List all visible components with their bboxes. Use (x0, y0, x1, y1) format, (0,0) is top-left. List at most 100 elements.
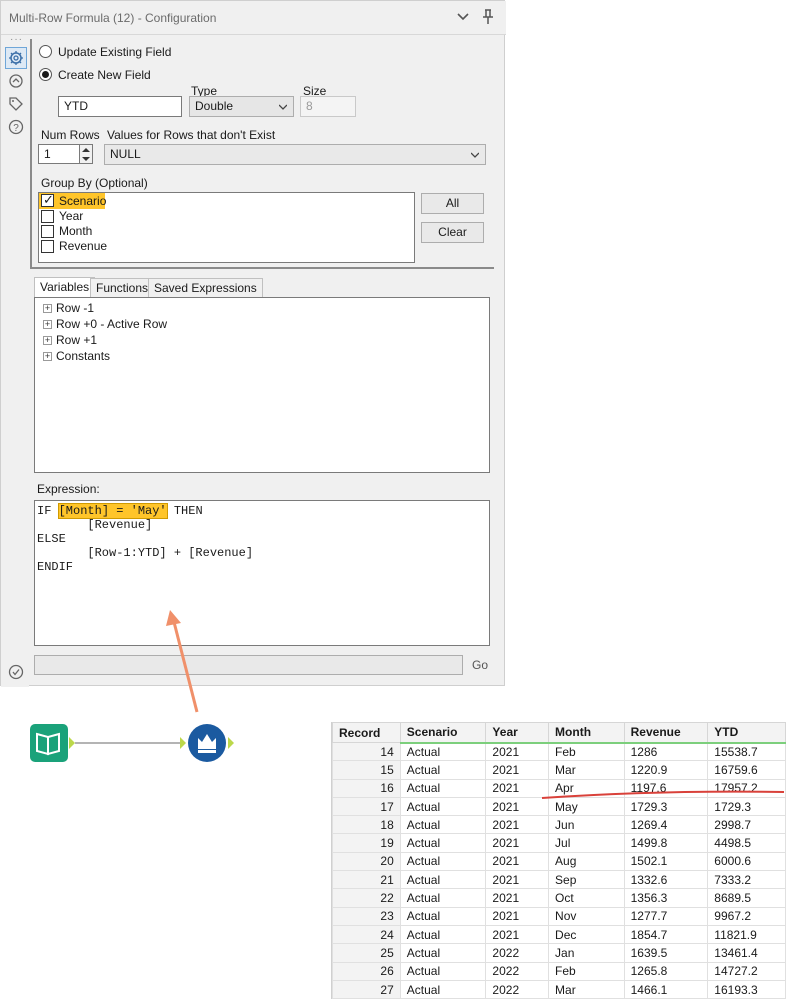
table-cell[interactable]: 1356.3 (623, 888, 709, 908)
table-cell[interactable]: 1639.5 (623, 943, 709, 963)
table-cell[interactable]: 2021 (485, 760, 550, 780)
input-tool-icon[interactable] (30, 724, 68, 762)
tree-item-constants[interactable]: + Constants (43, 349, 110, 363)
group-by-checkbox-month[interactable] (41, 225, 54, 238)
record-cell[interactable]: 20 (332, 851, 401, 872)
table-cell[interactable]: 16193.3 (707, 979, 786, 999)
column-header[interactable]: YTD (707, 722, 786, 744)
expression-editor[interactable]: IF [Month] = 'May' THEN [Revenue] ELSE [… (34, 500, 490, 646)
record-cell[interactable]: 26 (332, 961, 401, 981)
table-cell[interactable]: 9967.2 (707, 906, 786, 926)
table-cell[interactable]: 2022 (485, 979, 550, 999)
go-button[interactable]: Go (472, 658, 488, 672)
table-cell[interactable]: 1332.6 (623, 870, 709, 890)
table-row[interactable]: 20 Actual 2021 Aug 1502.1 6000.6 (332, 851, 786, 872)
expand-icon[interactable]: + (43, 352, 52, 361)
table-cell[interactable]: Actual (399, 851, 487, 872)
table-cell[interactable]: 2998.7 (707, 815, 786, 835)
expand-icon[interactable]: + (43, 320, 52, 329)
table-cell[interactable]: Actual (399, 796, 487, 817)
table-cell[interactable]: 1854.7 (623, 924, 709, 945)
tab-functions[interactable]: Functions (90, 278, 155, 298)
table-cell[interactable]: Jun (548, 815, 625, 835)
table-cell[interactable]: Actual (399, 815, 487, 835)
table-cell[interactable]: 1729.3 (623, 796, 709, 817)
connection-icon[interactable] (8, 73, 24, 89)
table-cell[interactable]: Nov (548, 906, 625, 926)
table-cell[interactable]: Actual (399, 906, 487, 926)
help-icon[interactable]: ? (8, 119, 24, 135)
table-cell[interactable]: 2021 (485, 741, 550, 762)
tab-saved-expressions[interactable]: Saved Expressions (148, 278, 263, 298)
record-cell[interactable]: 16 (332, 778, 401, 798)
table-cell[interactable]: Actual (399, 961, 487, 981)
table-row[interactable]: 17 Actual 2021 May 1729.3 1729.3 (332, 796, 786, 817)
table-cell[interactable]: 1265.8 (623, 961, 709, 981)
multi-row-formula-tool-icon[interactable] (188, 724, 226, 762)
record-cell[interactable]: 14 (332, 741, 401, 762)
table-cell[interactable]: 2021 (485, 888, 550, 908)
table-cell[interactable]: 8689.5 (707, 888, 786, 908)
table-cell[interactable]: 13461.4 (707, 943, 786, 963)
column-header[interactable]: Record (332, 722, 401, 743)
table-cell[interactable]: 1466.1 (623, 979, 709, 999)
table-cell[interactable]: Mar (548, 979, 625, 999)
table-cell[interactable]: 2021 (485, 870, 550, 890)
update-existing-radio[interactable] (39, 45, 52, 58)
record-cell[interactable]: 19 (332, 833, 401, 853)
group-by-checkbox-year[interactable] (41, 210, 54, 223)
table-cell[interactable]: 16759.6 (707, 760, 786, 780)
record-cell[interactable]: 15 (332, 760, 401, 780)
table-row[interactable]: 25 Actual 2022 Jan 1639.5 13461.4 (332, 943, 786, 963)
nonexist-select[interactable]: NULL (104, 144, 486, 165)
table-cell[interactable]: 1499.8 (623, 833, 709, 853)
group-by-checkbox-revenue[interactable] (41, 240, 54, 253)
table-cell[interactable]: 6000.6 (707, 851, 786, 872)
table-cell[interactable]: Actual (399, 833, 487, 853)
tree-item-row-minus-1[interactable]: + Row -1 (43, 301, 94, 315)
table-row[interactable]: 21 Actual 2021 Sep 1332.6 7333.2 (332, 870, 786, 890)
table-cell[interactable]: Actual (399, 870, 487, 890)
expand-icon[interactable]: + (43, 304, 52, 313)
record-cell[interactable]: 23 (332, 906, 401, 926)
tab-variables[interactable]: Variables (34, 277, 96, 298)
table-cell[interactable]: 2021 (485, 796, 550, 817)
table-row[interactable]: 18 Actual 2021 Jun 1269.4 2998.7 (332, 815, 786, 835)
table-cell[interactable]: 1220.9 (623, 760, 709, 780)
record-cell[interactable]: 18 (332, 815, 401, 835)
column-header[interactable]: Month (548, 722, 625, 744)
table-row[interactable]: 22 Actual 2021 Oct 1356.3 8689.5 (332, 888, 786, 908)
table-cell[interactable]: Actual (399, 888, 487, 908)
type-select[interactable]: Double (189, 96, 294, 117)
num-rows-stepper[interactable] (79, 144, 93, 164)
output-anchor[interactable] (228, 737, 234, 749)
expand-icon[interactable]: + (43, 336, 52, 345)
table-cell[interactable]: 1286 (623, 741, 709, 762)
table-row[interactable]: 23 Actual 2021 Nov 1277.7 9967.2 (332, 906, 786, 926)
table-cell[interactable]: Feb (548, 741, 625, 762)
group-by-checkbox-scenario[interactable] (41, 192, 54, 208)
column-header[interactable]: Scenario (399, 722, 487, 744)
record-cell[interactable]: 25 (332, 943, 401, 963)
tag-icon[interactable] (8, 96, 24, 112)
table-row[interactable]: 15 Actual 2021 Mar 1220.9 16759.6 (332, 760, 786, 780)
table-cell[interactable]: 14727.2 (707, 961, 786, 981)
table-cell[interactable]: 7333.2 (707, 870, 786, 890)
table-cell[interactable]: 2021 (485, 906, 550, 926)
record-cell[interactable]: 24 (332, 924, 401, 945)
table-cell[interactable]: 11821.9 (707, 924, 786, 945)
table-row[interactable]: 14 Actual 2021 Feb 1286 15538.7 (332, 741, 786, 762)
table-cell[interactable]: 2021 (485, 924, 550, 945)
num-rows-input[interactable]: 1 (38, 144, 79, 164)
column-header[interactable]: Revenue (623, 722, 709, 744)
pin-icon[interactable] (481, 9, 495, 25)
new-field-name-input[interactable]: YTD (58, 96, 182, 117)
clear-button[interactable]: Clear (421, 222, 484, 243)
record-cell[interactable]: 22 (332, 888, 401, 908)
table-cell[interactable]: Actual (399, 924, 487, 945)
table-cell[interactable]: Actual (399, 741, 487, 762)
table-row[interactable]: 24 Actual 2021 Dec 1854.7 11821.9 (332, 924, 786, 945)
table-cell[interactable]: 1269.4 (623, 815, 709, 835)
table-cell[interactable]: May (548, 796, 625, 817)
table-cell[interactable]: 2022 (485, 943, 550, 963)
